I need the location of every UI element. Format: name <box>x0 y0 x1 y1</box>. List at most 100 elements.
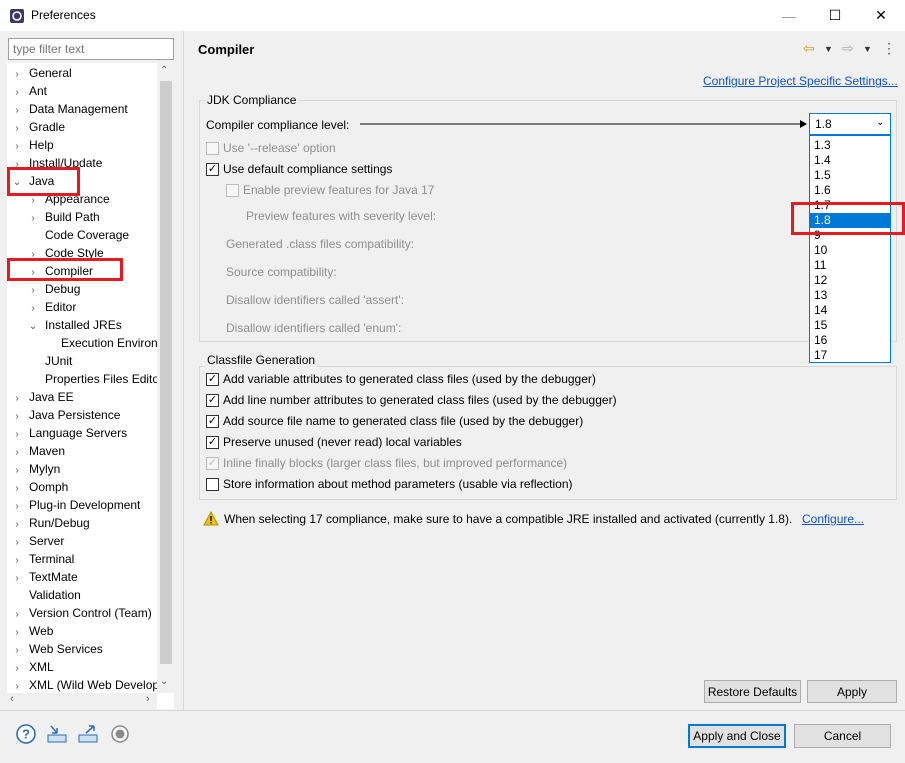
tree-item[interactable]: JUnit <box>27 352 72 370</box>
tree-item[interactable]: › Debug <box>27 280 80 298</box>
tree-item[interactable]: Validation <box>11 586 81 604</box>
page-title: Compiler <box>198 42 255 57</box>
configure-project-specific-link[interactable]: Configure Project Specific Settings... <box>703 74 898 88</box>
close-button[interactable]: ✕ <box>858 0 904 31</box>
tree-scroll-thumb[interactable] <box>160 81 172 664</box>
restore-defaults-button[interactable]: Restore Defaults <box>704 680 801 703</box>
compliance-option[interactable]: 1.5 <box>810 168 890 183</box>
compliance-option[interactable]: 12 <box>810 273 890 288</box>
scroll-down-icon[interactable]: ⌄ <box>160 676 168 687</box>
tree-item-label: Editor <box>45 300 77 314</box>
tree-item[interactable]: › XML (Wild Web Develop <box>11 676 159 694</box>
compliance-option[interactable]: 10 <box>810 243 890 258</box>
use-default-compliance-label: Use default compliance settings <box>223 162 393 176</box>
compliance-option[interactable]: 15 <box>810 318 890 333</box>
scroll-up-icon[interactable]: ⌃ <box>160 65 168 76</box>
tree-item[interactable]: › Java EE <box>11 388 74 406</box>
generated-compat-label: Generated .class files compatibility: <box>226 237 415 251</box>
maximize-button[interactable]: ☐ <box>812 0 858 31</box>
compliance-option[interactable]: 1.3 <box>810 138 890 153</box>
window-title: Preferences <box>31 8 96 22</box>
filter-input[interactable] <box>8 38 174 60</box>
apply-button[interactable]: Apply <box>807 680 897 703</box>
forward-menu-chevron-icon[interactable]: ▼ <box>863 44 872 54</box>
tree-item[interactable]: › TextMate <box>11 568 77 586</box>
compliance-option[interactable]: 1.6 <box>810 183 890 198</box>
compliance-option[interactable]: 13 <box>810 288 890 303</box>
view-menu-icon[interactable]: ⋮ <box>882 40 896 57</box>
classfile-option-label: Add variable attributes to generated cla… <box>223 372 596 386</box>
tree-item[interactable]: Code Coverage <box>27 226 129 244</box>
classfile-option-checkbox[interactable]: ✓ <box>206 456 219 470</box>
warning-text: When selecting 17 compliance, make sure … <box>224 512 793 526</box>
expanded-chevron-icon[interactable]: ⌄ <box>27 318 39 336</box>
tree-item[interactable]: › Maven <box>11 442 65 460</box>
classfile-option-checkbox[interactable]: ✓ <box>206 414 219 428</box>
tree-item[interactable]: › Language Servers <box>11 424 127 442</box>
record-icon[interactable] <box>109 723 131 745</box>
classfile-option-checkbox[interactable]: ✓ <box>206 372 219 386</box>
tree-item-label: Mylyn <box>29 462 61 476</box>
tree-item[interactable]: › Web <box>11 622 53 640</box>
tree-item[interactable]: › Web Services <box>11 640 103 658</box>
back-menu-chevron-icon[interactable]: ▼ <box>824 44 833 54</box>
compliance-option[interactable]: 14 <box>810 303 890 318</box>
tree-item-label: Code Coverage <box>45 228 130 242</box>
scroll-right-icon[interactable]: › <box>146 693 150 705</box>
minimize-button[interactable]: — <box>766 0 812 31</box>
tree-item[interactable]: Properties Files Edito <box>27 370 159 388</box>
export-icon[interactable] <box>77 723 99 745</box>
warning-icon <box>203 511 219 526</box>
apply-and-close-button[interactable]: Apply and Close <box>688 724 786 748</box>
tree-item[interactable]: › Plug-in Development <box>11 496 140 514</box>
back-icon[interactable]: ⇦ <box>803 40 815 57</box>
release-option-label: Use '--release' option <box>223 141 336 155</box>
tree-item[interactable]: › Mylyn <box>11 460 60 478</box>
enable-preview-label: Enable preview features for Java 17 <box>243 183 435 197</box>
use-default-compliance-checkbox[interactable]: ✓ <box>206 162 219 176</box>
classfile-option-checkbox[interactable]: ✓ <box>206 393 219 407</box>
tree-item[interactable]: ⌄ Installed JREs <box>27 316 122 334</box>
tree-item[interactable]: › General <box>11 64 71 82</box>
tree-item[interactable]: › Oomph <box>11 478 68 496</box>
compliance-option[interactable]: 16 <box>810 333 890 348</box>
tree-item[interactable]: › Editor <box>27 298 76 316</box>
tree-item[interactable]: › Terminal <box>11 550 74 568</box>
tree-item-label: Execution Environ <box>61 336 158 350</box>
tree-item[interactable]: › Data Management <box>11 100 127 118</box>
compliance-level-combo[interactable]: 1.8 ⌄ <box>809 113 891 135</box>
tree-item[interactable]: › Run/Debug <box>11 514 90 532</box>
tree-item-label: Web Services <box>29 642 103 656</box>
tree-item[interactable]: Execution Environ <box>43 334 158 352</box>
footer-divider <box>0 710 905 711</box>
compliance-level-label: Compiler compliance level: <box>206 118 350 132</box>
classfile-option-checkbox[interactable] <box>206 477 219 491</box>
enable-preview-checkbox[interactable] <box>226 183 239 197</box>
import-icon[interactable] <box>46 723 68 745</box>
classfile-option-checkbox[interactable]: ✓ <box>206 435 219 449</box>
tree-item[interactable]: › Build Path <box>27 208 99 226</box>
scroll-left-icon[interactable]: ‹ <box>10 693 14 705</box>
release-option-checkbox[interactable] <box>206 141 219 155</box>
tree-item[interactable]: › Server <box>11 532 64 550</box>
tree-item-label: Ant <box>29 84 48 98</box>
tree-item[interactable]: › Help <box>11 136 53 154</box>
compliance-option[interactable]: 11 <box>810 258 890 273</box>
compliance-option[interactable]: 17 <box>810 348 890 363</box>
tree-item-label: Run/Debug <box>29 516 90 530</box>
tree-item[interactable]: › Version Control (Team) <box>11 604 151 622</box>
forward-icon[interactable]: ⇨ <box>842 40 854 57</box>
compiler-highlight-box <box>7 258 123 281</box>
tree-item-label: Java EE <box>29 390 74 404</box>
cancel-button[interactable]: Cancel <box>794 724 891 748</box>
tree-item-label: XML (Wild Web Develop <box>29 678 160 692</box>
tree-item[interactable]: › Ant <box>11 82 47 100</box>
tree-item[interactable]: › Java Persistence <box>11 406 120 424</box>
tree-horizontal-scrollbar[interactable] <box>7 693 157 709</box>
configure-jre-link[interactable]: Configure... <box>802 512 864 526</box>
tree-item[interactable]: › XML <box>11 658 53 676</box>
compliance-option[interactable]: 1.4 <box>810 153 890 168</box>
compliance-level-value: 1.8 <box>815 117 832 131</box>
tree-item[interactable]: › Gradle <box>11 118 65 136</box>
help-icon[interactable]: ? <box>15 723 37 745</box>
